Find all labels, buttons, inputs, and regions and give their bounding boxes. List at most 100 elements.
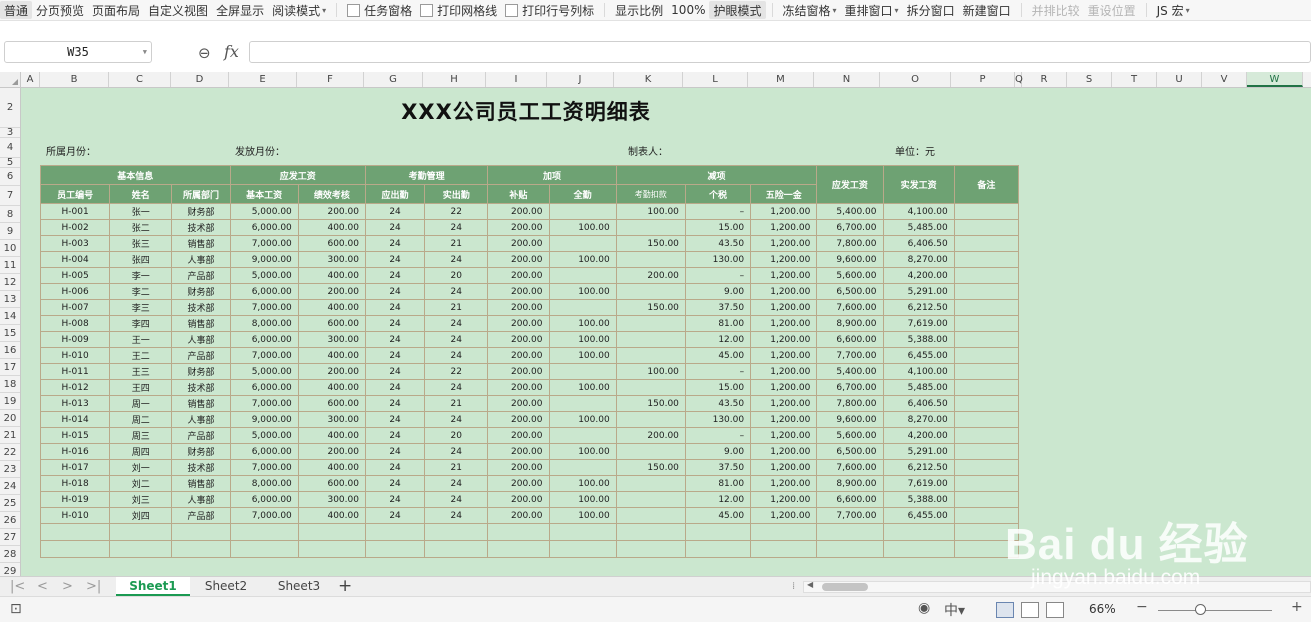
table-cell[interactable] xyxy=(953,507,1020,524)
table-cell[interactable]: 6,455.00 xyxy=(882,347,955,364)
group-additions[interactable]: 加项 xyxy=(487,165,617,185)
table-cell[interactable]: 8,000.00 xyxy=(229,315,299,332)
table-cell[interactable] xyxy=(615,411,686,428)
column-subheader[interactable]: 实出勤 xyxy=(424,184,489,204)
table-cell[interactable] xyxy=(615,491,686,508)
row-header[interactable]: 17 xyxy=(0,359,20,376)
macro-record-icon[interactable]: ⊡ xyxy=(10,601,22,617)
table-cell[interactable]: H-013 xyxy=(39,395,111,412)
table-cell[interactable]: 400.00 xyxy=(297,267,366,284)
table-cell[interactable]: 21 xyxy=(424,235,489,252)
table-cell[interactable] xyxy=(364,523,426,541)
table-cell[interactable]: 45.00 xyxy=(684,347,752,364)
column-header[interactable]: Q xyxy=(1015,72,1023,87)
table-cell[interactable]: 400.00 xyxy=(297,299,366,316)
table-cell[interactable]: 200.00 xyxy=(297,203,366,220)
column-header[interactable]: E xyxy=(229,72,297,87)
column-header[interactable]: W xyxy=(1247,72,1303,87)
table-cell[interactable] xyxy=(548,235,617,252)
column-header[interactable]: C xyxy=(109,72,171,87)
table-cell[interactable]: 100.00 xyxy=(548,379,617,396)
table-cell[interactable]: 100.00 xyxy=(548,443,617,460)
formula-input[interactable] xyxy=(249,41,1311,63)
table-cell[interactable]: 37.50 xyxy=(684,459,752,476)
table-cell[interactable]: 200.00 xyxy=(487,299,550,316)
tab-splitter-handle[interactable]: ⁞ xyxy=(792,581,795,592)
table-cell[interactable]: 刘三 xyxy=(109,491,173,508)
table-cell[interactable]: 1,200.00 xyxy=(750,459,818,476)
toolbar-item[interactable]: 打印行号列标 xyxy=(501,1,598,19)
table-cell[interactable]: 销售部 xyxy=(171,235,231,252)
table-cell[interactable]: 24 xyxy=(424,475,489,492)
table-cell[interactable]: 1,200.00 xyxy=(750,443,818,460)
table-cell[interactable] xyxy=(424,540,489,558)
table-cell[interactable] xyxy=(548,459,617,476)
table-cell[interactable]: 400.00 xyxy=(297,379,366,396)
table-cell[interactable]: 200.00 xyxy=(615,267,686,284)
table-cell[interactable]: 张二 xyxy=(109,219,173,236)
table-cell[interactable]: 7,000.00 xyxy=(229,395,299,412)
table-cell[interactable]: 24 xyxy=(364,283,426,300)
table-cell[interactable] xyxy=(816,523,884,541)
column-header[interactable]: G xyxy=(364,72,423,87)
table-cell[interactable] xyxy=(750,540,818,558)
column-subheader[interactable]: 补贴 xyxy=(487,184,550,204)
table-cell[interactable]: 130.00 xyxy=(684,251,752,268)
table-cell[interactable]: 1,200.00 xyxy=(750,219,818,236)
table-cell[interactable]: 200.00 xyxy=(487,395,550,412)
row-header[interactable]: 20 xyxy=(0,410,20,427)
table-cell[interactable]: 刘二 xyxy=(109,475,173,492)
table-cell[interactable]: 22 xyxy=(424,363,489,380)
table-cell[interactable]: 销售部 xyxy=(171,395,231,412)
column-header[interactable]: K xyxy=(614,72,683,87)
table-cell[interactable]: 产品部 xyxy=(171,347,231,364)
table-cell[interactable] xyxy=(487,523,550,541)
table-cell[interactable]: 12.00 xyxy=(684,491,752,508)
table-cell[interactable]: 周一 xyxy=(109,395,173,412)
table-cell[interactable]: 24 xyxy=(364,395,426,412)
table-cell[interactable]: 7,619.00 xyxy=(882,315,955,332)
input-method-icon[interactable]: 中▾ xyxy=(944,600,965,620)
table-cell[interactable]: 150.00 xyxy=(615,459,686,476)
table-cell[interactable]: 600.00 xyxy=(297,475,366,492)
group-attendance[interactable]: 考勤管理 xyxy=(364,165,489,185)
table-cell[interactable] xyxy=(953,427,1020,444)
table-cell[interactable]: 24 xyxy=(424,251,489,268)
table-cell[interactable]: 24 xyxy=(364,315,426,332)
toolbar-item[interactable]: 普通 xyxy=(0,1,33,19)
table-cell[interactable]: 财务部 xyxy=(171,283,231,300)
toolbar-item[interactable]: 冻结窗格 ▾ xyxy=(779,1,841,19)
prev-sheet-icon[interactable]: < xyxy=(37,579,48,594)
row-header[interactable]: 2 xyxy=(0,88,20,128)
table-cell[interactable] xyxy=(229,540,299,558)
row-header[interactable]: 4 xyxy=(0,138,20,158)
table-cell[interactable]: 6,000.00 xyxy=(229,331,299,348)
table-cell[interactable]: 24 xyxy=(364,267,426,284)
table-cell[interactable]: 5,400.00 xyxy=(816,203,884,220)
table-cell[interactable] xyxy=(953,395,1020,412)
last-sheet-icon[interactable]: >| xyxy=(86,579,101,594)
table-cell[interactable]: 200.00 xyxy=(487,347,550,364)
row-header[interactable]: 19 xyxy=(0,393,20,410)
table-cell[interactable]: 24 xyxy=(424,283,489,300)
table-cell[interactable] xyxy=(548,540,617,558)
table-cell[interactable] xyxy=(615,251,686,268)
table-cell[interactable]: 财务部 xyxy=(171,363,231,380)
table-cell[interactable]: 24 xyxy=(364,491,426,508)
table-cell[interactable] xyxy=(953,363,1020,380)
table-cell[interactable]: 9,600.00 xyxy=(816,411,884,428)
table-cell[interactable]: 1,200.00 xyxy=(750,267,818,284)
table-cell[interactable] xyxy=(424,523,489,541)
table-cell[interactable]: 7,700.00 xyxy=(816,507,884,524)
table-cell[interactable] xyxy=(548,363,617,380)
table-cell[interactable]: 200.00 xyxy=(487,267,550,284)
table-cell[interactable] xyxy=(548,299,617,316)
table-cell[interactable]: – xyxy=(684,203,752,220)
table-cell[interactable] xyxy=(229,523,299,541)
table-cell[interactable]: 销售部 xyxy=(171,315,231,332)
table-cell[interactable] xyxy=(109,523,173,541)
column-header[interactable]: T xyxy=(1112,72,1157,87)
table-cell[interactable]: 24 xyxy=(424,507,489,524)
table-cell[interactable]: 24 xyxy=(364,443,426,460)
table-cell[interactable]: H-004 xyxy=(39,251,111,268)
